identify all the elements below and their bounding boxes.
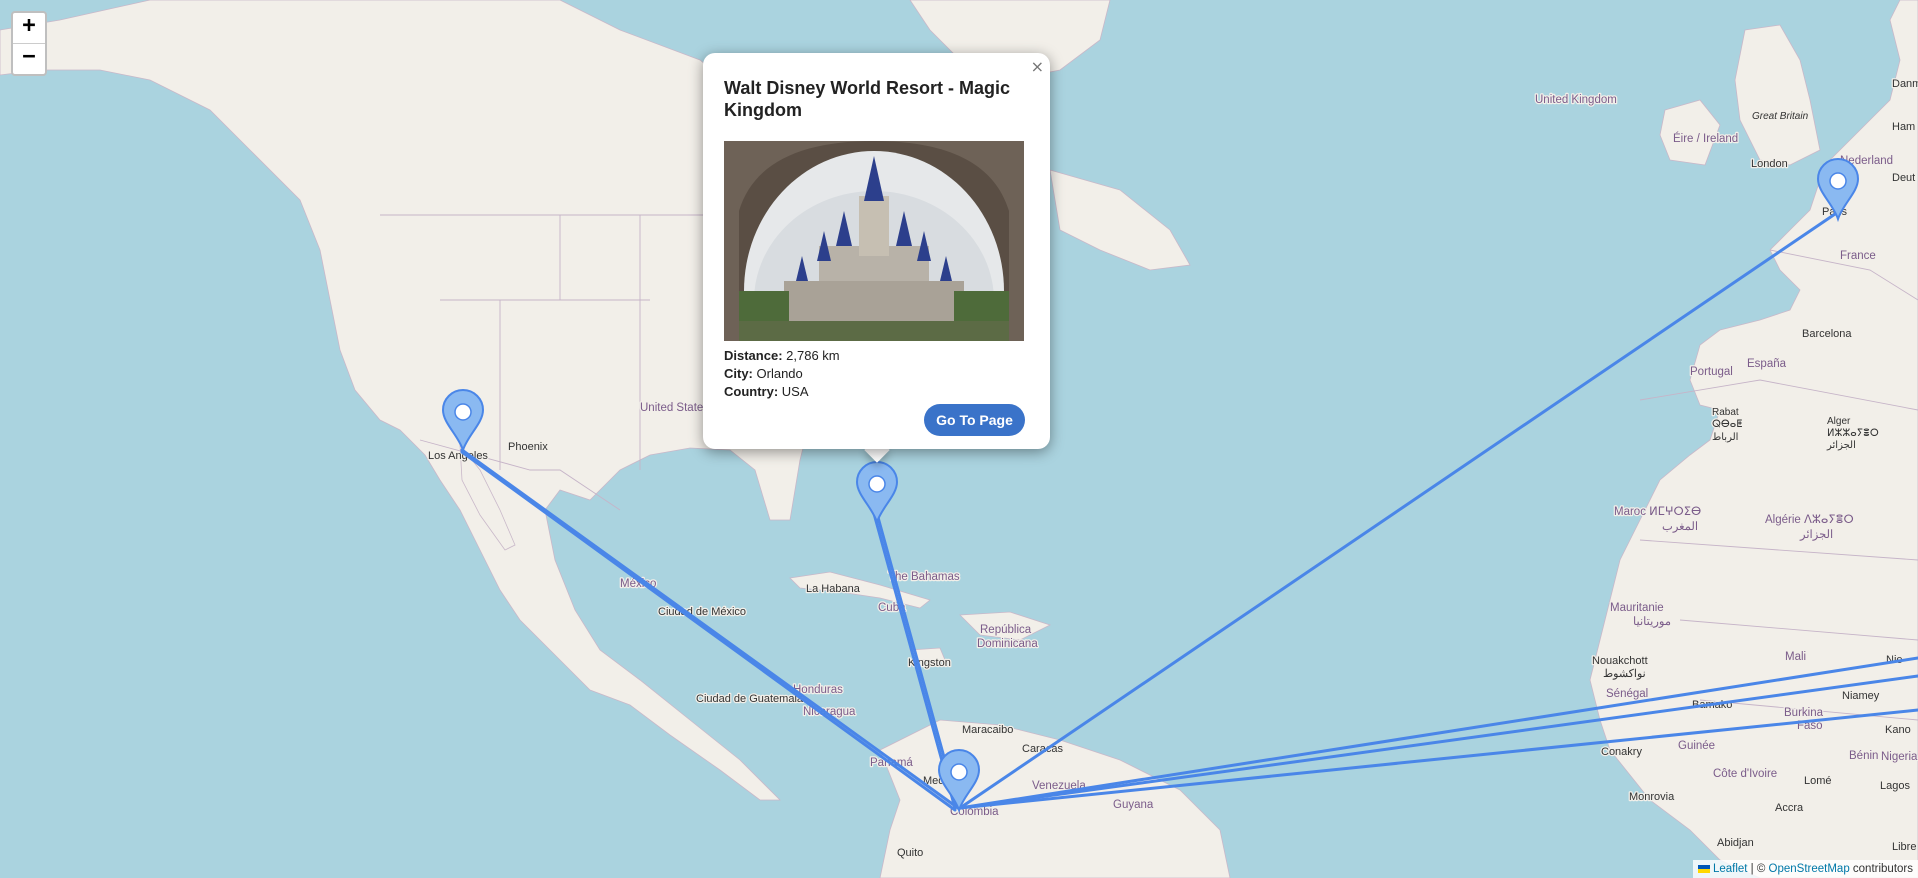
svg-text:Ham: Ham <box>1892 121 1915 133</box>
zoom-out-button[interactable]: − <box>13 43 45 74</box>
country-label: Country: <box>724 384 779 399</box>
leaflet-link[interactable]: Leaflet <box>1713 863 1748 875</box>
svg-text:Kano: Kano <box>1885 724 1911 736</box>
svg-text:الرباط: الرباط <box>1712 432 1738 443</box>
svg-text:London: London <box>1751 158 1788 170</box>
svg-text:Conakry: Conakry <box>1601 746 1642 758</box>
location-popup: × Walt Disney World Resort - Magic Kingd… <box>703 53 1050 449</box>
svg-text:Phoenix: Phoenix <box>508 441 548 453</box>
svg-text:Monrovia: Monrovia <box>1629 791 1675 803</box>
svg-text:La Habana: La Habana <box>806 583 861 595</box>
distance-label: Distance: <box>724 348 783 363</box>
svg-text:Libre: Libre <box>1892 841 1916 853</box>
city-value: Orlando <box>756 366 803 381</box>
popup-details: Distance: 2,786 km City: Orlando Country… <box>724 347 840 401</box>
map-attribution: Leaflet | © OpenStreetMap contributors <box>1692 860 1918 878</box>
svg-text:The Bahamas: The Bahamas <box>888 571 960 583</box>
svg-text:Côte d'Ivoire: Côte d'Ivoire <box>1713 768 1777 780</box>
svg-text:Guyana: Guyana <box>1113 799 1154 811</box>
castle-photo <box>724 141 1024 341</box>
svg-text:نواكشوط: نواكشوط <box>1603 668 1646 680</box>
svg-text:Sénégal: Sénégal <box>1606 688 1648 700</box>
svg-text:France: France <box>1840 250 1876 262</box>
country-row: Country: USA <box>724 383 840 401</box>
svg-text:Portugal: Portugal <box>1690 366 1733 378</box>
svg-text:Burkina: Burkina <box>1784 707 1824 719</box>
svg-text:ⵍⵣⵣⴰⵢⴻⵔ: ⵍⵣⵣⴰⵢⴻⵔ <box>1827 428 1879 439</box>
svg-text:Rabat: Rabat <box>1712 407 1739 418</box>
popup-close-button[interactable]: × <box>1031 57 1044 76</box>
svg-text:Nigeria: Nigeria <box>1881 751 1918 763</box>
svg-text:República: República <box>980 624 1032 636</box>
svg-text:الجزائر: الجزائر <box>1799 528 1833 541</box>
svg-text:Mauritanie: Mauritanie <box>1610 602 1664 614</box>
svg-text:Niamey: Niamey <box>1842 690 1880 702</box>
svg-text:Quito: Quito <box>897 847 923 859</box>
svg-text:Danm: Danm <box>1892 78 1918 90</box>
svg-text:Ciudad de México: Ciudad de México <box>658 606 746 618</box>
distance-value: 2,786 km <box>786 348 840 363</box>
svg-text:Los Angeles: Los Angeles <box>428 450 488 462</box>
svg-text:Alger: Alger <box>1827 416 1851 427</box>
distance-row: Distance: 2,786 km <box>724 347 840 365</box>
svg-text:Maroc ⵍⵎⵖⵔⵉⴱ: Maroc ⵍⵎⵖⵔⵉⴱ <box>1614 506 1701 518</box>
svg-text:Dominicana: Dominicana <box>977 638 1038 650</box>
svg-text:Guinée: Guinée <box>1678 740 1715 752</box>
attribution-separator: | © <box>1747 863 1769 875</box>
svg-text:موريتانيا: موريتانيا <box>1633 615 1671 628</box>
svg-text:الجزائر: الجزائر <box>1826 440 1856 451</box>
svg-text:Accra: Accra <box>1775 802 1804 814</box>
zoom-in-button[interactable]: + <box>13 13 45 43</box>
svg-text:Ciudad de Guatemala: Ciudad de Guatemala <box>696 693 804 705</box>
svg-text:Great Britain: Great Britain <box>1752 111 1809 122</box>
svg-text:Éire / Ireland: Éire / Ireland <box>1673 132 1738 145</box>
svg-text:المغرب: المغرب <box>1662 520 1698 533</box>
country-value: USA <box>781 384 809 399</box>
svg-text:United States: United States <box>640 402 709 414</box>
svg-text:Algérie ⴷⵣⴰⵢⴻⵔ: Algérie ⴷⵣⴰⵢⴻⵔ <box>1765 514 1854 526</box>
svg-text:Mali: Mali <box>1785 651 1806 663</box>
city-label: City: <box>724 366 753 381</box>
svg-text:España: España <box>1747 358 1787 370</box>
svg-text:Abidjan: Abidjan <box>1717 837 1754 849</box>
popup-title: Walt Disney World Resort - Magic Kingdom <box>724 78 1011 120</box>
svg-text:ⵕⴱⴰⵟ: ⵕⴱⴰⵟ <box>1712 419 1742 430</box>
svg-text:United Kingdom: United Kingdom <box>1535 94 1617 106</box>
svg-text:Nouakchott: Nouakchott <box>1592 655 1648 667</box>
svg-text:Bénin: Bénin <box>1849 750 1878 762</box>
svg-text:Lagos: Lagos <box>1880 780 1910 792</box>
openstreetmap-link[interactable]: OpenStreetMap <box>1769 863 1850 875</box>
ukraine-flag-icon <box>1697 864 1710 873</box>
city-row: City: Orlando <box>724 365 840 383</box>
svg-text:Lomé: Lomé <box>1804 775 1832 787</box>
svg-text:Maracaibo: Maracaibo <box>962 724 1013 736</box>
go-to-page-button[interactable]: Go To Page <box>924 404 1025 436</box>
zoom-control: + − <box>11 11 47 76</box>
attribution-suffix: contributors <box>1849 863 1913 875</box>
svg-text:Deut: Deut <box>1892 172 1915 184</box>
svg-text:Barcelona: Barcelona <box>1802 328 1852 340</box>
